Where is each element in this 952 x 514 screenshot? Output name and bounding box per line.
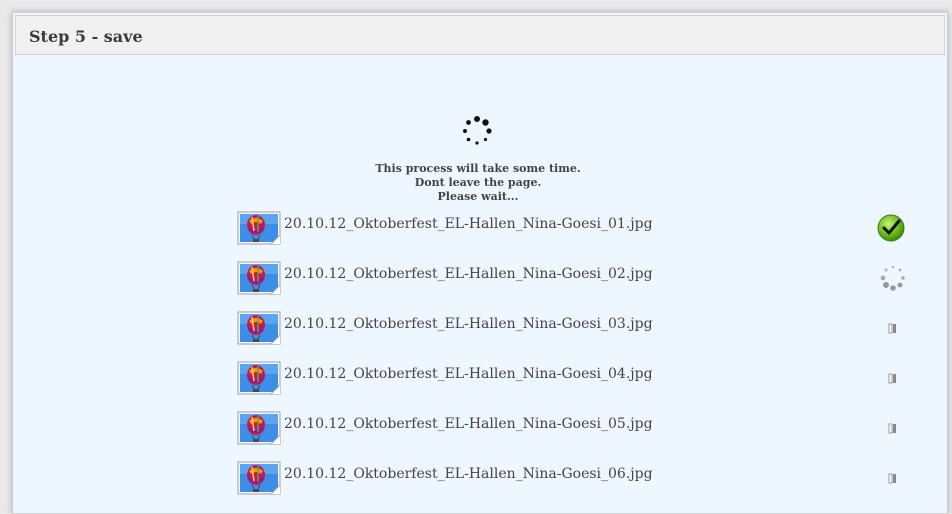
- file-thumbnail: [237, 311, 281, 345]
- file-row: 20.10.12_Oktoberfest_EL-Hallen_Nina-Goes…: [237, 411, 917, 451]
- file-name: 20.10.12_Oktoberfest_EL-Hallen_Nina-Goes…: [284, 366, 653, 382]
- file-row: 20.10.12_Oktoberfest_EL-Hallen_Nina-Goes…: [237, 211, 917, 251]
- loading-spinner-icon: [463, 116, 492, 145]
- file-name: 20.10.12_Oktoberfest_EL-Hallen_Nina-Goes…: [284, 216, 653, 232]
- file-row: 20.10.12_Oktoberfest_EL-Hallen_Nina-Goes…: [237, 261, 917, 301]
- file-row: 20.10.12_Oktoberfest_EL-Hallen_Nina-Goes…: [237, 461, 917, 501]
- spinner-icon: [877, 261, 909, 293]
- progress-message-line: This process will take some time.: [375, 162, 581, 175]
- file-thumbnail: [237, 411, 281, 445]
- checkmark-icon: [877, 211, 909, 243]
- file-thumbnail: [237, 361, 281, 395]
- file-thumbnail: [237, 461, 281, 495]
- file-row: 20.10.12_Oktoberfest_EL-Hallen_Nina-Goes…: [237, 361, 917, 401]
- file-name: 20.10.12_Oktoberfest_EL-Hallen_Nina-Goes…: [284, 316, 653, 332]
- progress-message: This process will take some time. Dont l…: [293, 162, 663, 204]
- pending-icon: [877, 413, 909, 445]
- file-name: 20.10.12_Oktoberfest_EL-Hallen_Nina-Goes…: [284, 466, 653, 482]
- file-name: 20.10.12_Oktoberfest_EL-Hallen_Nina-Goes…: [284, 266, 653, 282]
- pending-icon: [877, 313, 909, 345]
- save-panel: Step 5 - save This process will take som…: [12, 12, 948, 514]
- progress-message-line: Please wait...: [437, 190, 519, 203]
- file-row: 20.10.12_Oktoberfest_EL-Hallen_Nina-Goes…: [237, 311, 917, 351]
- panel-title: Step 5 - save: [29, 27, 143, 46]
- file-name: 20.10.12_Oktoberfest_EL-Hallen_Nina-Goes…: [284, 416, 653, 432]
- pending-icon: [877, 363, 909, 395]
- file-thumbnail: [237, 261, 281, 295]
- pending-icon: [877, 463, 909, 495]
- panel-header: Step 5 - save: [15, 15, 945, 55]
- file-thumbnail: [237, 211, 281, 245]
- progress-message-line: Dont leave the page.: [414, 176, 542, 189]
